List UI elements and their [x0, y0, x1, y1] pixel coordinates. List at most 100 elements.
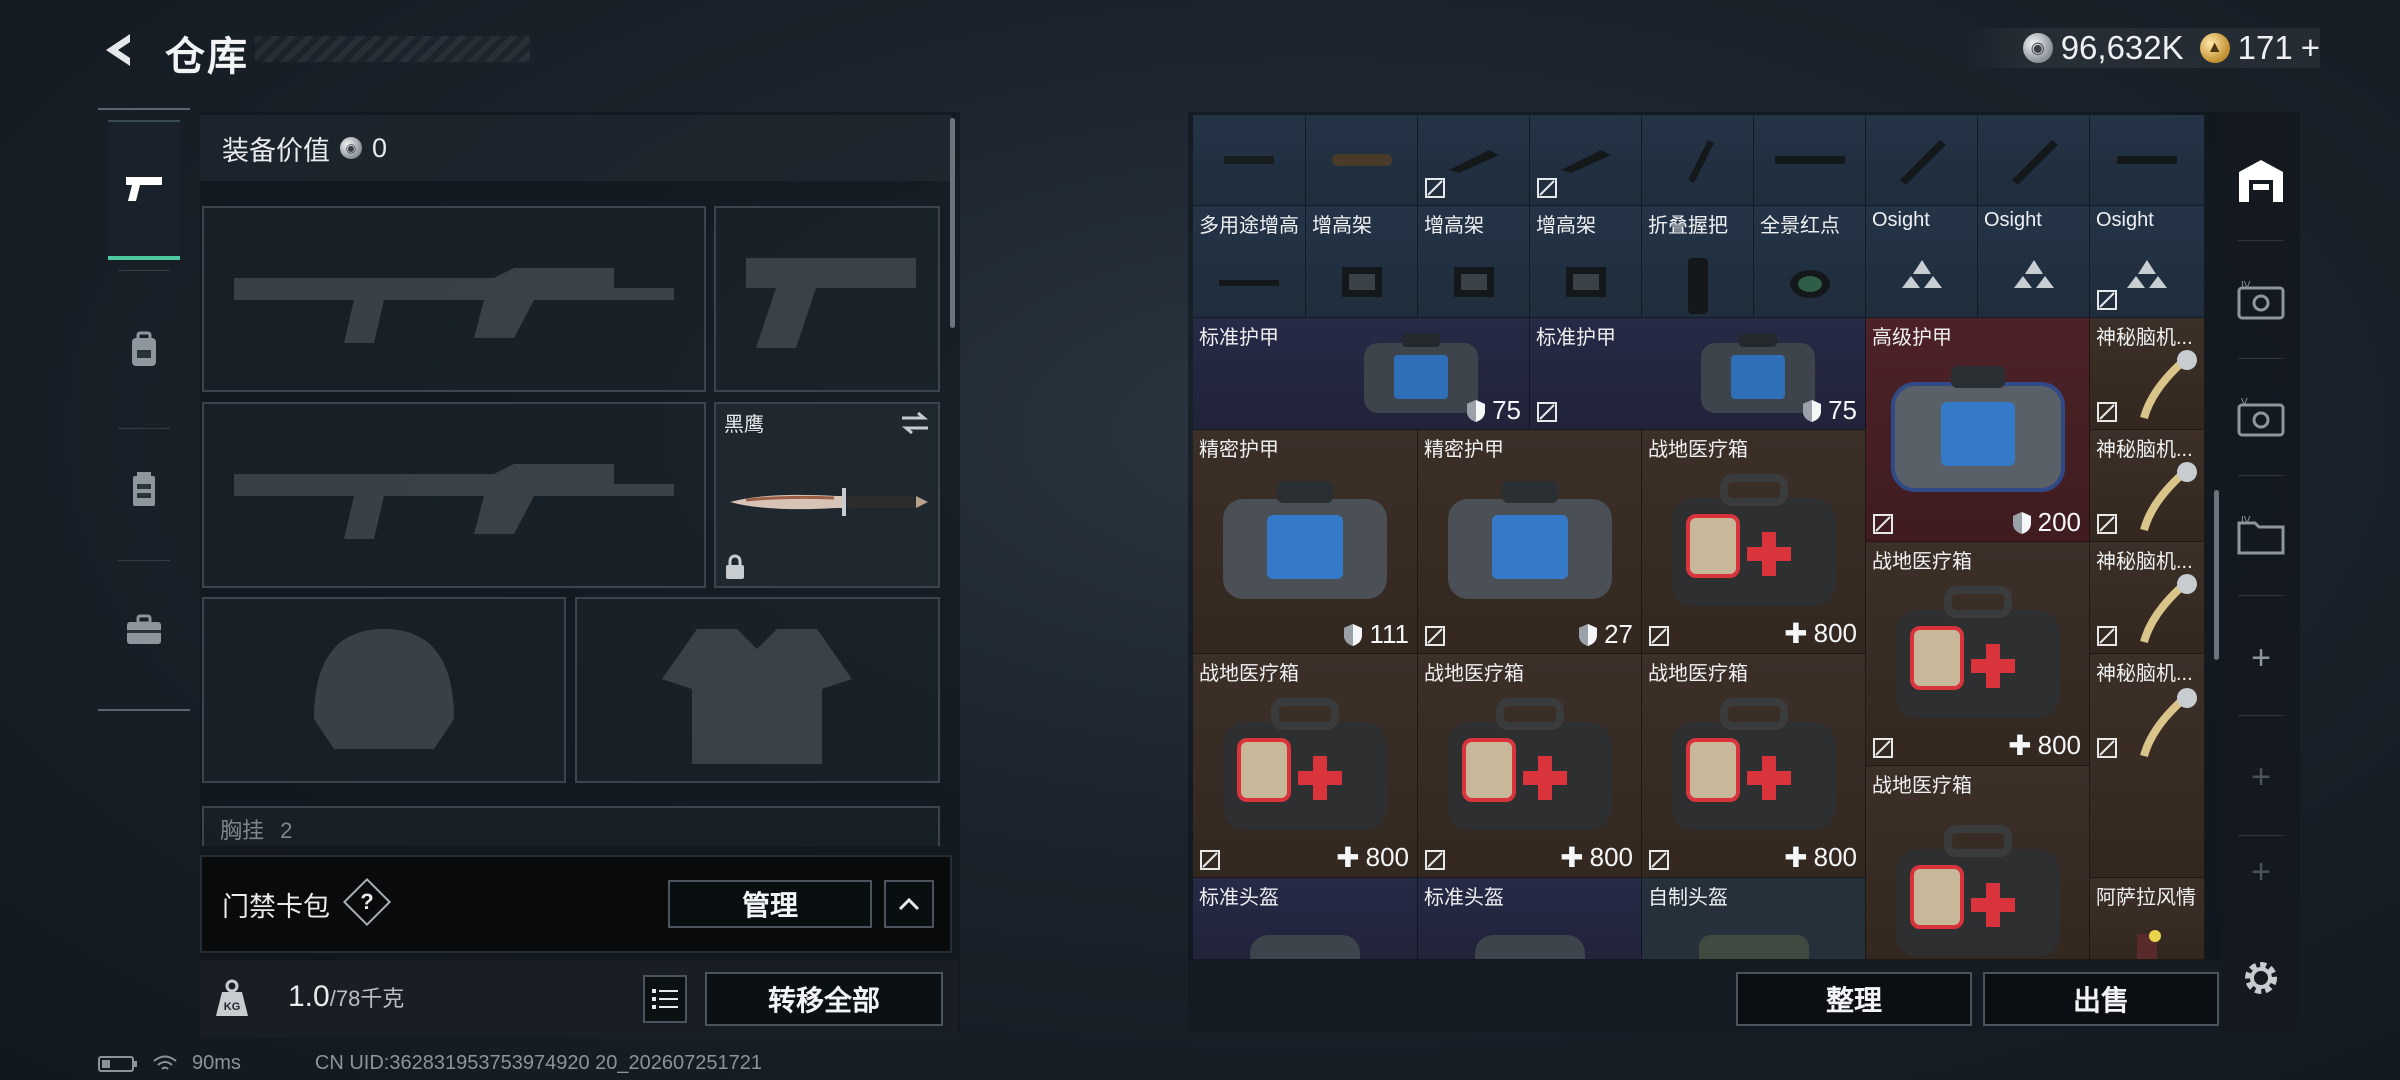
- grid-item-armor[interactable]: 精密护甲 111: [1193, 430, 1418, 654]
- grid-cell[interactable]: 全景红点: [1754, 206, 1866, 318]
- swap-icon[interactable]: [900, 410, 930, 436]
- svg-text:V: V: [2241, 397, 2248, 408]
- grid-item-medkit[interactable]: 战地医疗箱 ✚ 800: [1418, 654, 1642, 878]
- melee-slot[interactable]: 黑鹰: [714, 402, 940, 588]
- durability: ✚ 800: [1784, 617, 1857, 650]
- inventory-scrollbar[interactable]: [2214, 490, 2219, 660]
- grid-cell[interactable]: 折叠握把: [1642, 206, 1754, 318]
- grid-item-armor[interactable]: 高级护甲 200: [1866, 318, 2090, 542]
- grid-cell[interactable]: 多用途增高: [1193, 206, 1306, 318]
- durability-value: 27: [1604, 619, 1633, 649]
- primary-weapon-slot[interactable]: [202, 206, 706, 392]
- status-bar: 90ms CN UID:362831953753974920 20_202607…: [98, 1052, 762, 1075]
- grid-item-helmet[interactable]: 自制头盔: [1642, 878, 1866, 960]
- grid-item-brain-chip[interactable]: 神秘脑机...: [2090, 318, 2205, 430]
- expand-button[interactable]: [884, 880, 934, 928]
- grid-cell[interactable]: Osight: [1866, 206, 1978, 318]
- grid-item-medkit[interactable]: 战地医疗箱 ✚ 800: [1642, 654, 1866, 878]
- currency-silver-value: 96,632K: [2060, 29, 2184, 66]
- grid-cell[interactable]: 增高架: [1530, 206, 1642, 318]
- currency-gold-plus[interactable]: +: [2301, 29, 2320, 67]
- suppressor-icon: [1866, 115, 1977, 205]
- add-storage-button[interactable]: +: [2222, 603, 2300, 713]
- grid-cell[interactable]: 增高架: [1418, 206, 1530, 318]
- category-case[interactable]: [108, 590, 180, 670]
- durability-value: 800: [1813, 618, 1857, 648]
- grid-cell[interactable]: [1530, 115, 1642, 206]
- storage-main[interactable]: [2222, 125, 2300, 235]
- grid-item-helmet[interactable]: 标准头盔: [1418, 878, 1642, 960]
- settings-button[interactable]: [2222, 925, 2300, 1030]
- grid-cell[interactable]: Osight: [1978, 206, 2090, 318]
- grid-item-medkit[interactable]: 战地医疗箱 ✚ 800: [1193, 654, 1418, 878]
- chevron-up-icon: [898, 897, 920, 911]
- helmet-slot[interactable]: [202, 597, 566, 783]
- no-trade-icon: [2097, 626, 2117, 646]
- back-arrow-icon: [106, 34, 130, 66]
- currency-silver[interactable]: ◉ 96,632K: [2022, 29, 2184, 67]
- no-trade-icon: [2097, 290, 2117, 310]
- melee-name: 黑鹰: [724, 414, 764, 436]
- no-trade-icon: [1649, 626, 1669, 646]
- add-storage-button[interactable]: +: [2222, 722, 2300, 832]
- card-help-button[interactable]: ?: [350, 885, 384, 919]
- grid-cell[interactable]: [1306, 115, 1418, 206]
- armor-slot[interactable]: [575, 597, 940, 783]
- triangle-logo-icon: [1866, 218, 1977, 317]
- add-storage-button[interactable]: +: [2222, 842, 2300, 902]
- grid-cell[interactable]: [1193, 115, 1306, 206]
- durability-value: 75: [1492, 395, 1521, 425]
- grid-cell[interactable]: [1642, 115, 1754, 206]
- currency-gold[interactable]: ▲ 171 +: [2199, 29, 2320, 67]
- grid-item-armor[interactable]: 标准护甲 75: [1193, 318, 1530, 430]
- sort-button[interactable]: 整理: [1736, 972, 1972, 1026]
- grid-cell[interactable]: [1866, 115, 1978, 206]
- grid-item-medkit[interactable]: 战地医疗箱: [1866, 766, 2090, 960]
- pistol-slot[interactable]: [714, 206, 940, 392]
- grid-item-armor[interactable]: 标准护甲 75: [1530, 318, 1866, 430]
- grid-item-brain-chip[interactable]: 神秘脑机...: [2090, 654, 2205, 878]
- sell-button[interactable]: 出售: [1983, 972, 2219, 1026]
- manage-button[interactable]: 管理: [668, 880, 872, 928]
- plus-icon: +: [2251, 852, 2271, 891]
- folding-grip-icon: [1642, 230, 1753, 317]
- grid-item-brain-chip[interactable]: 神秘脑机...: [2090, 542, 2205, 654]
- category-vest[interactable]: [108, 450, 180, 530]
- weight-icon-label: KG: [224, 1001, 241, 1013]
- storage-case-4[interactable]: IV: [2222, 245, 2300, 355]
- grid-cell[interactable]: [1754, 115, 1866, 206]
- grid-item-helmet[interactable]: 标准头盔: [1193, 878, 1418, 960]
- grid-item-drink[interactable]: 阿萨拉风情: [2090, 878, 2205, 960]
- brain-chip-icon: [2110, 332, 2204, 429]
- category-weapons[interactable]: [108, 120, 180, 260]
- secondary-weapon-slot[interactable]: [202, 402, 706, 588]
- category-backpack[interactable]: [108, 310, 180, 390]
- grid-cell[interactable]: [2090, 115, 2205, 206]
- durability: ✚ 800: [1336, 841, 1409, 874]
- transfer-all-button[interactable]: 转移全部: [705, 972, 943, 1026]
- durability-value: 111: [1369, 619, 1409, 649]
- back-button[interactable]: [96, 26, 144, 74]
- warehouse-icon: [2239, 160, 2283, 202]
- helmet-icon: [1642, 914, 1865, 959]
- grid-item-medkit[interactable]: 战地医疗箱 ✚ 800: [1866, 542, 2090, 766]
- grid-cell[interactable]: [1418, 115, 1530, 206]
- loadout-scrollbar[interactable]: [950, 118, 955, 328]
- grid-item-armor[interactable]: 精密护甲 27: [1418, 430, 1642, 654]
- chest-rig-slot[interactable]: [202, 806, 940, 846]
- plus-icon: +: [2251, 638, 2271, 677]
- list-view-button[interactable]: [643, 975, 687, 1023]
- durability: 75: [1802, 395, 1857, 426]
- durability: 111: [1343, 619, 1409, 650]
- storage-case-6[interactable]: IV: [2222, 480, 2300, 590]
- medkit-icon: [1866, 796, 2089, 959]
- grid-cell[interactable]: [1978, 115, 2090, 206]
- no-trade-icon: [1425, 178, 1445, 198]
- grid-cell[interactable]: Osight: [2090, 206, 2205, 318]
- storage-case-5[interactable]: V: [2222, 362, 2300, 472]
- no-trade-icon: [1873, 738, 1893, 758]
- grid-cell[interactable]: 增高架: [1306, 206, 1418, 318]
- grid-item-brain-chip[interactable]: 神秘脑机...: [2090, 430, 2205, 542]
- grid-item-medkit[interactable]: 战地医疗箱 ✚ 800: [1642, 430, 1866, 654]
- no-trade-icon: [1537, 178, 1557, 198]
